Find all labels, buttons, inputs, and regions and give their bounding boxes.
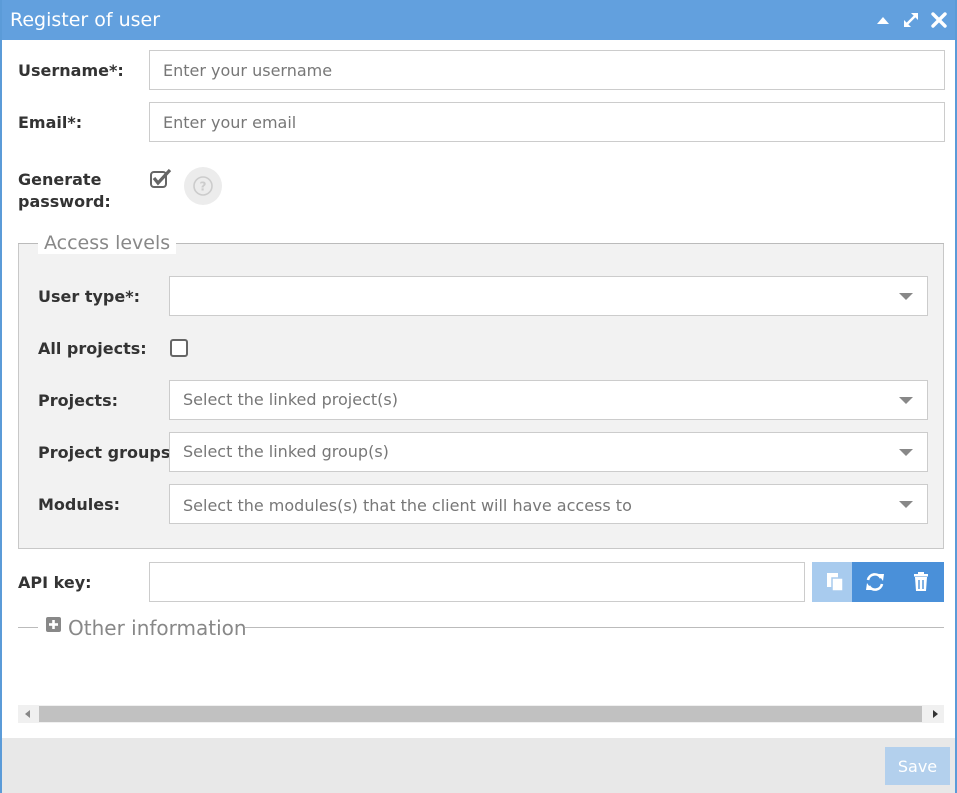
other-information-toggle[interactable]: Other information — [68, 616, 247, 640]
other-info-divider-left — [18, 627, 38, 628]
refresh-icon — [866, 573, 884, 591]
project-groups-label: Project groups: — [38, 443, 177, 462]
delete-api-key-button[interactable] — [898, 562, 944, 602]
projects-placeholder: Select the linked project(s) — [183, 390, 398, 409]
user-type-label: User type*: — [38, 287, 140, 306]
help-button[interactable]: ? — [184, 167, 222, 205]
all-projects-label: All projects: — [38, 339, 147, 358]
generate-password-label-line2: password: — [18, 192, 111, 211]
svg-text:?: ? — [200, 180, 207, 194]
scroll-right-arrow-icon[interactable] — [933, 710, 938, 718]
chevron-down-icon — [899, 501, 913, 508]
other-info-divider-right — [245, 627, 944, 628]
plus-glyph — [49, 620, 58, 629]
checked-checkbox-icon — [150, 168, 172, 188]
question-icon: ? — [193, 176, 213, 196]
modules-select[interactable]: Select the modules(s) that the client wi… — [169, 484, 928, 524]
chevron-down-icon — [899, 293, 913, 300]
access-levels-legend: Access levels — [38, 232, 177, 254]
projects-label: Projects: — [38, 391, 118, 410]
scroll-left-arrow-icon[interactable] — [25, 710, 30, 718]
project-groups-placeholder: Select the linked group(s) — [183, 442, 389, 461]
dialog-footer — [2, 738, 955, 793]
projects-select[interactable]: Select the linked project(s) — [169, 380, 928, 420]
close-icon[interactable] — [929, 10, 949, 30]
modules-label: Modules: — [38, 495, 121, 514]
username-label: Username*: — [18, 61, 124, 80]
caret-up-icon[interactable] — [873, 10, 893, 30]
dialog-titlebar[interactable]: Register of user — [2, 0, 955, 40]
chevron-down-icon — [899, 449, 913, 456]
user-type-select[interactable] — [169, 276, 928, 316]
chevron-down-icon — [899, 397, 913, 404]
api-key-input[interactable] — [149, 562, 805, 602]
email-label: Email*: — [18, 113, 83, 132]
generate-password-label-line1: Generate — [18, 170, 102, 189]
plus-icon[interactable] — [46, 617, 61, 632]
titlebar-controls — [873, 10, 949, 30]
project-groups-select[interactable]: Select the linked group(s) — [169, 432, 928, 472]
refresh-api-key-button[interactable] — [852, 562, 898, 602]
trash-icon — [914, 572, 928, 591]
dialog-title: Register of user — [10, 9, 161, 31]
api-key-label: API key: — [18, 573, 92, 592]
username-input[interactable] — [149, 50, 945, 90]
modules-placeholder: Select the modules(s) that the client wi… — [183, 496, 632, 515]
save-button[interactable]: Save — [885, 747, 950, 785]
fieldset-top-border-left — [18, 243, 38, 244]
horizontal-scrollbar[interactable] — [18, 705, 944, 723]
register-user-dialog: Register of user Username*: Em — [0, 0, 957, 793]
generate-password-checkbox[interactable] — [149, 168, 173, 194]
all-projects-checkbox[interactable] — [170, 339, 188, 357]
scrollbar-thumb[interactable] — [39, 706, 922, 722]
email-input[interactable] — [149, 102, 945, 142]
expand-icon[interactable] — [901, 10, 921, 30]
copy-icon — [827, 573, 844, 592]
fieldset-top-border-right — [170, 243, 944, 244]
